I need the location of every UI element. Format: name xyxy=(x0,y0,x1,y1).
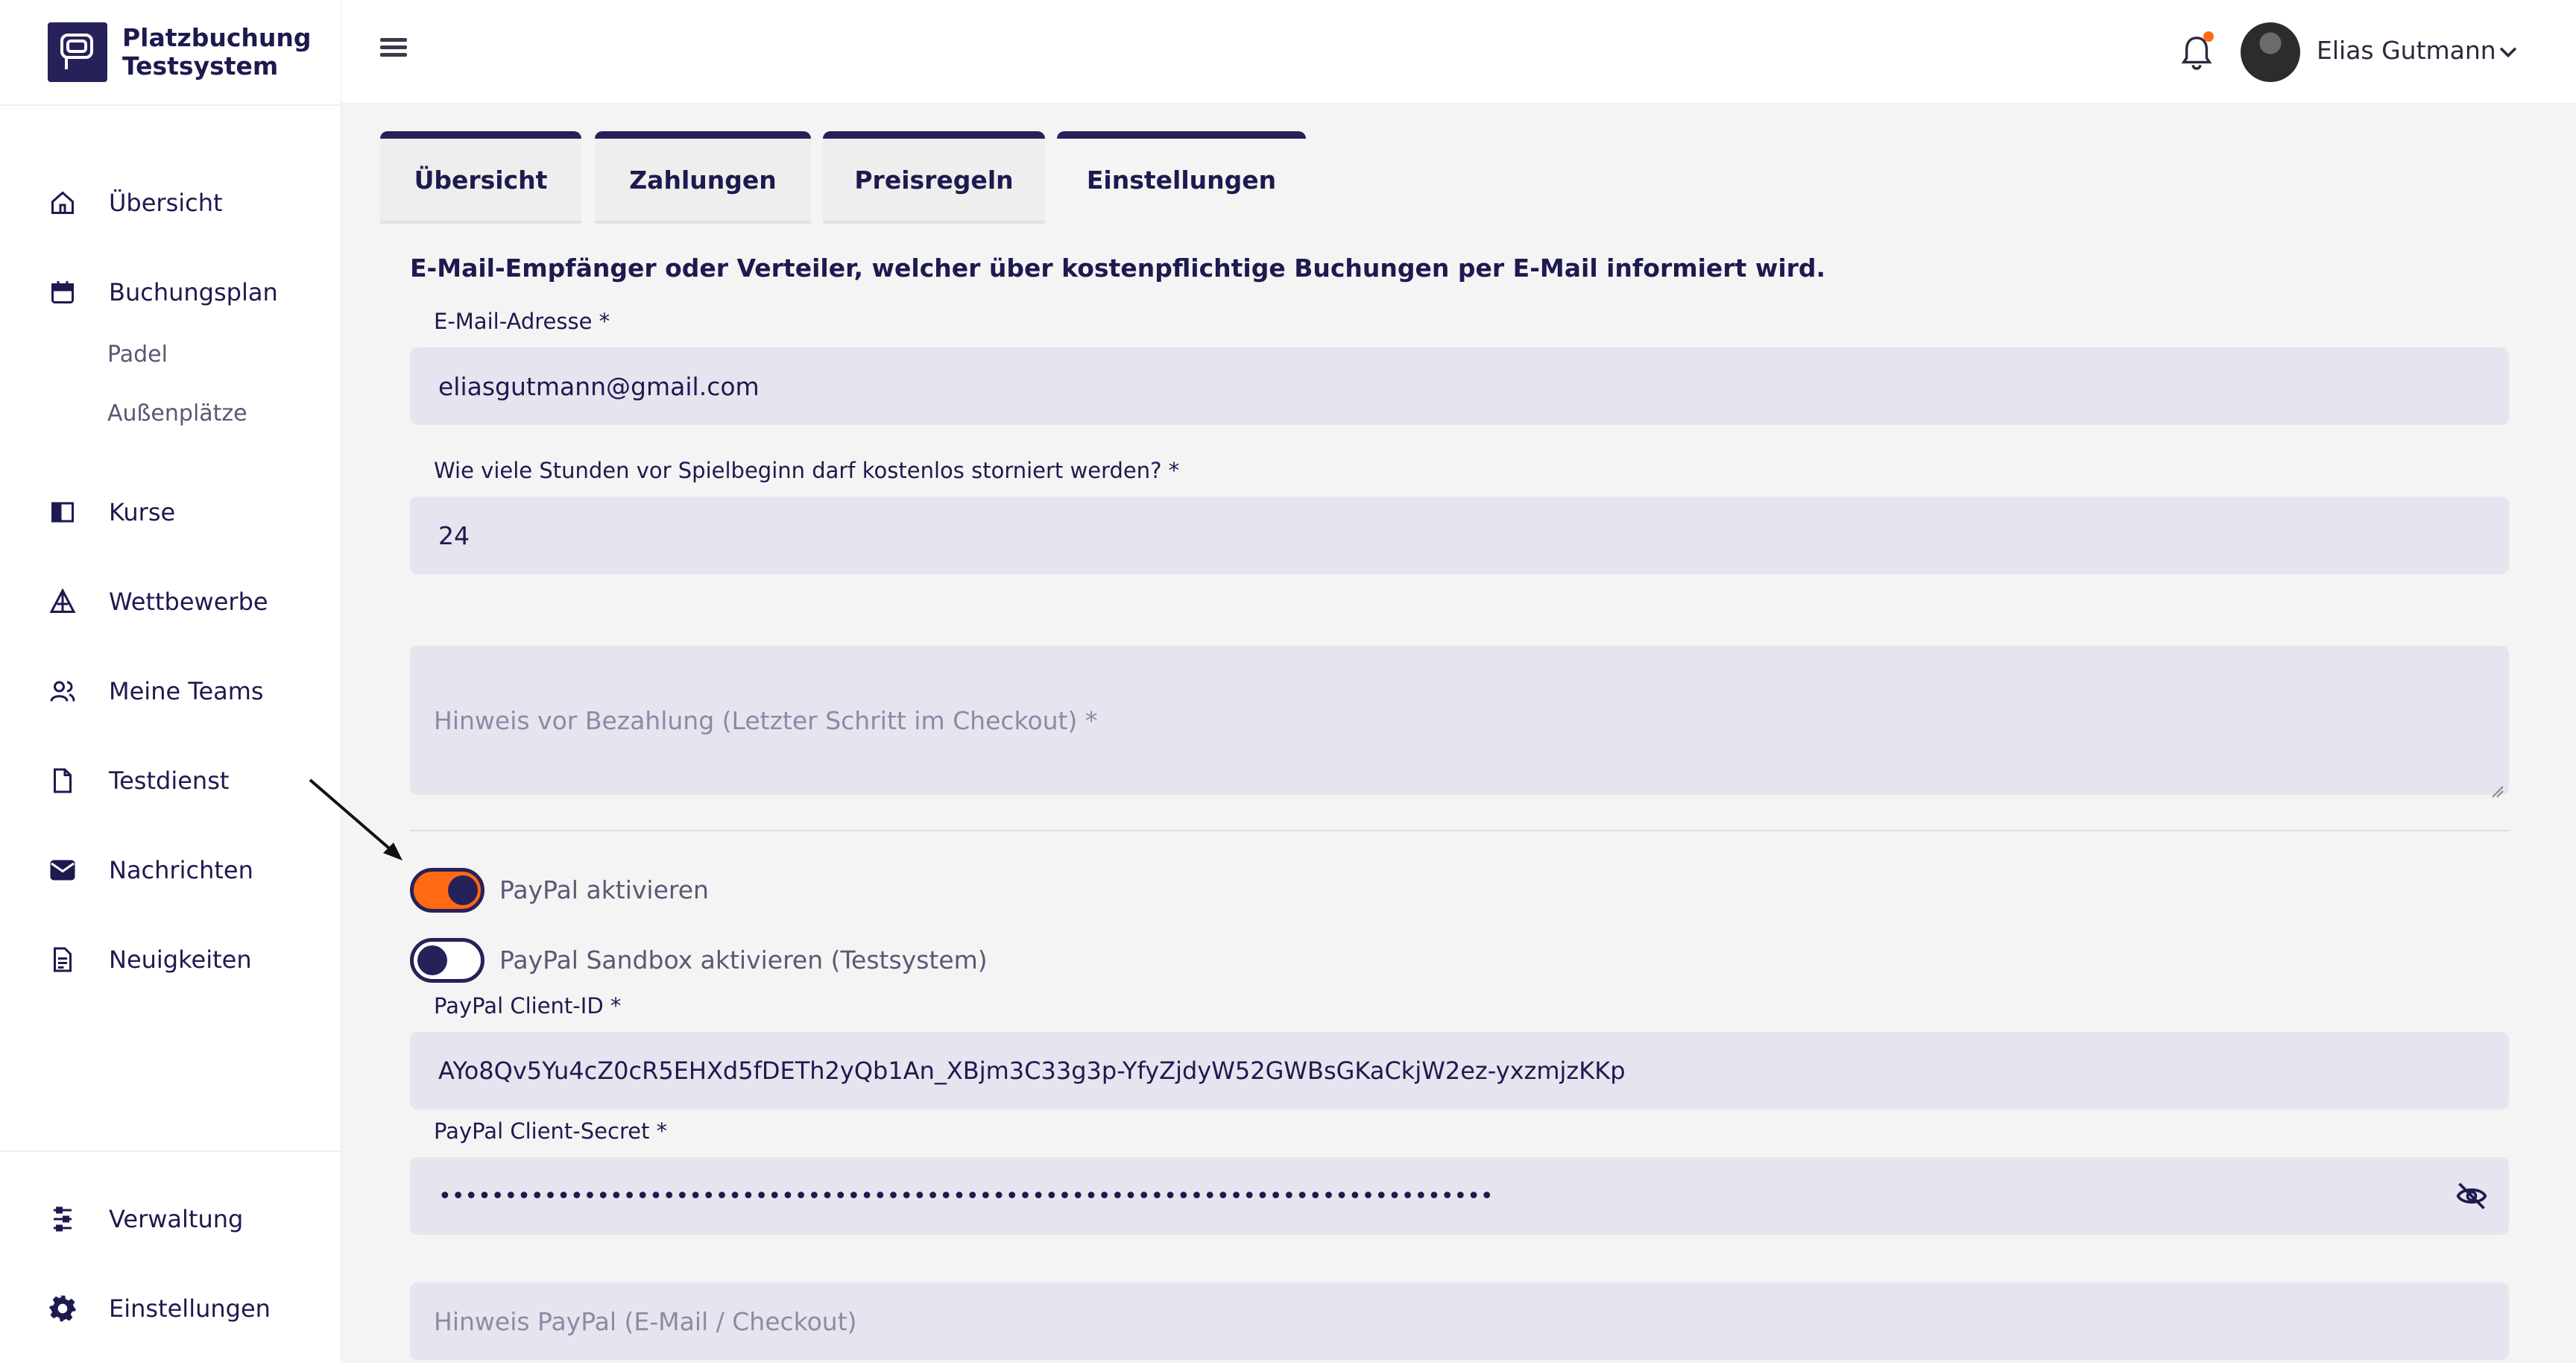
email-field[interactable]: eliasgutmann@gmail.com xyxy=(410,347,2509,425)
sidebar-item-label: Einstellungen xyxy=(109,1294,271,1323)
sidebar-item-label: Neuigkeiten xyxy=(109,945,252,974)
client-id-field[interactable]: AYo8Qv5Yu4cZ0cR5EHXd5fDETh2yQb1An_XBjm3C… xyxy=(410,1032,2509,1109)
brand[interactable]: Platzbuchung Testsystem xyxy=(48,21,316,84)
sidebar-item-uebersicht[interactable]: Übersicht xyxy=(48,179,223,227)
tab-zahlungen[interactable]: Zahlungen xyxy=(595,131,811,221)
topbar: Elias Gutmann xyxy=(341,0,2576,104)
sidebar-subitem-aussenplaetze[interactable]: Außenplätze xyxy=(107,392,247,434)
sidebar-subitem-padel[interactable]: Padel xyxy=(107,333,168,375)
sidebar-item-neuigkeiten[interactable]: Neuigkeiten xyxy=(48,936,252,983)
tab-uebersicht[interactable]: Übersicht xyxy=(380,131,581,221)
info-text: E-Mail-Empfänger oder Verteiler, welcher… xyxy=(410,254,1826,283)
sidebar-item-nachrichten[interactable]: Nachrichten xyxy=(48,846,253,894)
users-icon xyxy=(48,676,78,706)
sidebar-item-label: Wettbewerbe xyxy=(109,588,268,616)
home-icon xyxy=(48,188,78,218)
sidebar-item-kurse[interactable]: Kurse xyxy=(48,488,175,536)
sidebar-item-label: Übersicht xyxy=(109,189,223,217)
sidebar-item-testdienst[interactable]: Testdienst xyxy=(48,757,229,805)
sidebar-item-einstellungen[interactable]: Einstellungen xyxy=(48,1285,271,1332)
sliders-icon xyxy=(48,1204,78,1234)
calendar-icon xyxy=(48,277,78,307)
trophy-icon xyxy=(48,587,78,617)
sidebar-bottom-divider xyxy=(0,1150,341,1152)
annotation-arrow-icon xyxy=(309,778,402,860)
client-secret-field[interactable]: ••••••••••••••••••••••••••••••••••••••••… xyxy=(410,1157,2509,1235)
sidebar-item-label: Meine Teams xyxy=(109,677,264,705)
paypal-note-field[interactable]: Hinweis PayPal (E-Mail / Checkout) xyxy=(410,1282,2509,1360)
sandbox-toggle[interactable] xyxy=(410,938,484,983)
eye-off-icon[interactable] xyxy=(2455,1180,2488,1212)
sidebar-item-buchungsplan[interactable]: Buchungsplan xyxy=(48,268,278,316)
book-icon xyxy=(48,497,78,527)
email-label: E-Mail-Adresse * xyxy=(434,309,610,334)
paypal-toggle[interactable] xyxy=(410,868,484,913)
cancellation-hours-field[interactable]: 24 xyxy=(410,497,2509,574)
tab-preisregeln[interactable]: Preisregeln xyxy=(823,131,1045,221)
sidebar-item-verwaltung[interactable]: Verwaltung xyxy=(48,1195,243,1243)
checkout-note-textarea[interactable]: Hinweis vor Bezahlung (Letzter Schritt i… xyxy=(410,646,2509,798)
sidebar-item-wettbewerbe[interactable]: Wettbewerbe xyxy=(48,578,268,626)
mail-icon xyxy=(48,855,78,885)
paypal-note-placeholder: Hinweis PayPal (E-Mail / Checkout) xyxy=(434,1306,857,1336)
document-icon xyxy=(48,766,78,796)
chevron-down-icon[interactable] xyxy=(2496,39,2522,66)
checkout-note-placeholder: Hinweis vor Bezahlung (Letzter Schritt i… xyxy=(434,705,1098,735)
tab-einstellungen[interactable]: Einstellungen xyxy=(1057,131,1306,221)
news-icon xyxy=(48,945,78,975)
toggle-knob xyxy=(448,875,478,905)
sidebar-item-label: Buchungsplan xyxy=(109,278,278,306)
sidebar-item-label: Nachrichten xyxy=(109,856,253,884)
gear-icon xyxy=(48,1294,78,1323)
sidebar: Platzbuchung Testsystem Übersicht Buchun… xyxy=(0,0,341,1363)
section-divider xyxy=(410,830,2509,831)
sidebar-item-label: Verwaltung xyxy=(109,1205,244,1233)
avatar[interactable] xyxy=(2241,22,2300,82)
resize-grip-icon[interactable] xyxy=(2490,775,2504,798)
sidebar-item-label: Testdienst xyxy=(109,767,230,795)
client-id-label: PayPal Client-ID * xyxy=(434,993,622,1019)
menu-icon[interactable] xyxy=(379,34,408,64)
client-secret-value: ••••••••••••••••••••••••••••••••••••••••… xyxy=(438,1183,1494,1209)
sidebar-item-meine-teams[interactable]: Meine Teams xyxy=(48,667,264,715)
paypal-toggle-label: PayPal aktivieren xyxy=(499,875,709,904)
sandbox-toggle-label: PayPal Sandbox aktivieren (Testsystem) xyxy=(499,945,988,975)
client-secret-label: PayPal Client-Secret * xyxy=(434,1118,668,1144)
brand-name: Platzbuchung Testsystem xyxy=(122,23,312,81)
notification-badge xyxy=(2203,31,2214,42)
sidebar-item-label: Kurse xyxy=(109,498,176,526)
hours-label: Wie viele Stunden vor Spielbeginn darf k… xyxy=(434,458,1180,483)
brand-logo-icon xyxy=(48,22,107,82)
bell-icon[interactable] xyxy=(2179,31,2215,72)
sidebar-top-divider xyxy=(0,104,341,106)
toggle-knob xyxy=(417,945,447,975)
user-name[interactable]: Elias Gutmann xyxy=(2317,36,2496,65)
